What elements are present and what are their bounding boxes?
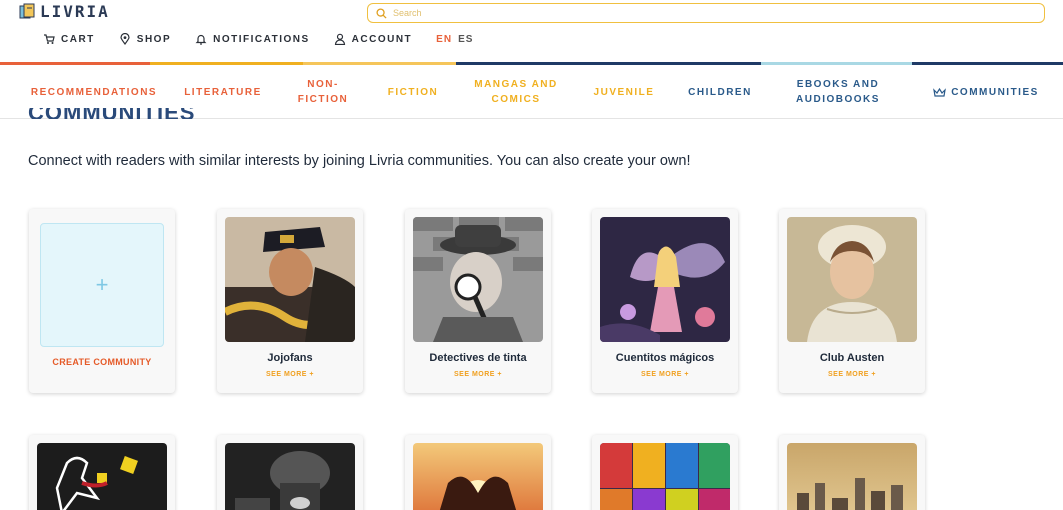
community-card-club-austen[interactable]: Club Austen SEE MORE + bbox=[779, 209, 925, 393]
community-card-detectives-de-tinta[interactable]: Detectives de tinta SEE MORE + bbox=[405, 209, 551, 393]
search-input[interactable] bbox=[393, 8, 993, 18]
cart-link[interactable]: CART bbox=[43, 33, 95, 45]
location-icon bbox=[120, 33, 130, 45]
community-image bbox=[413, 217, 543, 342]
community-name: Detectives de tinta bbox=[429, 352, 527, 364]
cart-label: CART bbox=[61, 33, 95, 45]
create-community-card[interactable]: + CREATE COMMUNITY bbox=[29, 209, 175, 393]
account-label: ACCOUNT bbox=[351, 33, 413, 45]
plus-icon: + bbox=[95, 272, 109, 297]
category-communities[interactable]: COMMUNITIES bbox=[924, 65, 1048, 119]
user-icon bbox=[334, 33, 345, 45]
search-bar[interactable] bbox=[367, 3, 1045, 23]
community-name: Jojofans bbox=[267, 352, 313, 364]
category-children[interactable]: CHILDREN bbox=[680, 65, 760, 119]
top-bar: LIVRIA CART SHOP N bbox=[0, 0, 1063, 62]
create-community-label[interactable]: CREATE COMMUNITY bbox=[29, 357, 175, 367]
category-juvenile[interactable]: JUVENILE bbox=[586, 65, 662, 119]
community-image bbox=[600, 443, 730, 510]
see-more-link[interactable]: SEE MORE + bbox=[592, 371, 738, 378]
shop-link[interactable]: SHOP bbox=[119, 33, 171, 45]
create-community-tile[interactable]: + bbox=[40, 223, 164, 347]
category-ebooks-and-audiobooks[interactable]: EBOOKS AND AUDIOBOOKS bbox=[786, 65, 890, 119]
category-label-line-2: COMICS bbox=[491, 94, 541, 105]
community-image bbox=[225, 217, 355, 342]
community-image bbox=[787, 217, 917, 342]
community-name: Club Austen bbox=[819, 352, 885, 364]
category-label-line-1: EBOOKS AND bbox=[796, 79, 880, 90]
language-en[interactable]: EN bbox=[436, 34, 452, 45]
see-more-link[interactable]: SEE MORE + bbox=[779, 371, 925, 378]
page-title-text: COMMUNITIES bbox=[28, 108, 195, 119]
see-more-link[interactable]: SEE MORE + bbox=[217, 371, 363, 378]
notifications-label: NOTIFICATIONS bbox=[213, 33, 310, 45]
category-label: JUVENILE bbox=[593, 86, 655, 98]
notifications-link[interactable]: NOTIFICATIONS bbox=[195, 33, 310, 45]
language-es[interactable]: ES bbox=[458, 34, 473, 45]
category-mangas-and-comics[interactable]: MANGAS AND COMICS bbox=[466, 65, 566, 119]
community-card-cuentitos-magicos[interactable]: Cuentitos mágicos SEE MORE + bbox=[592, 209, 738, 393]
category-label-line-2: AUDIOBOOKS bbox=[796, 94, 880, 105]
category-label: LITERATURE bbox=[184, 86, 262, 98]
community-name: Cuentitos mágicos bbox=[615, 352, 715, 364]
account-link[interactable]: ACCOUNT bbox=[334, 33, 413, 45]
search-icon bbox=[376, 7, 387, 19]
community-image bbox=[600, 217, 730, 342]
community-card-jojofans[interactable]: Jojofans SEE MORE + bbox=[217, 209, 363, 393]
see-more-link[interactable]: SEE MORE + bbox=[405, 371, 551, 378]
category-non-fiction[interactable]: NON- FICTION bbox=[286, 65, 360, 119]
category-label-line-1: NON- bbox=[307, 79, 339, 90]
brand-name: LIVRIA bbox=[40, 2, 110, 21]
category-label: COMMUNITIES bbox=[951, 86, 1039, 98]
page-title: COMMUNITIES bbox=[28, 108, 228, 119]
community-card[interactable] bbox=[217, 435, 363, 510]
language-switcher: EN ES bbox=[436, 34, 473, 45]
community-image bbox=[225, 443, 355, 510]
top-navigation: CART SHOP NOTIFICATIONS ACCOUNT EN ES bbox=[43, 33, 473, 45]
category-fiction[interactable]: FICTION bbox=[378, 65, 448, 119]
crown-icon bbox=[933, 87, 947, 97]
community-image bbox=[787, 443, 917, 510]
book-logo-icon bbox=[19, 3, 35, 18]
community-card[interactable] bbox=[779, 435, 925, 510]
shop-label: SHOP bbox=[136, 33, 172, 45]
community-image bbox=[413, 443, 543, 510]
community-card[interactable] bbox=[29, 435, 175, 510]
community-card[interactable] bbox=[592, 435, 738, 510]
logo[interactable]: LIVRIA bbox=[18, 2, 110, 21]
community-image bbox=[37, 443, 167, 510]
intro-text: Connect with readers with similar intere… bbox=[28, 153, 691, 169]
bell-icon bbox=[195, 34, 207, 45]
category-label-line-1: MANGAS AND bbox=[474, 79, 558, 90]
community-card[interactable] bbox=[405, 435, 551, 510]
category-label: RECOMMENDATIONS bbox=[30, 86, 158, 98]
category-label: CHILDREN bbox=[688, 86, 752, 98]
cart-icon bbox=[44, 34, 55, 44]
category-label: FICTION bbox=[387, 86, 439, 98]
category-label-line-2: FICTION bbox=[297, 94, 349, 105]
